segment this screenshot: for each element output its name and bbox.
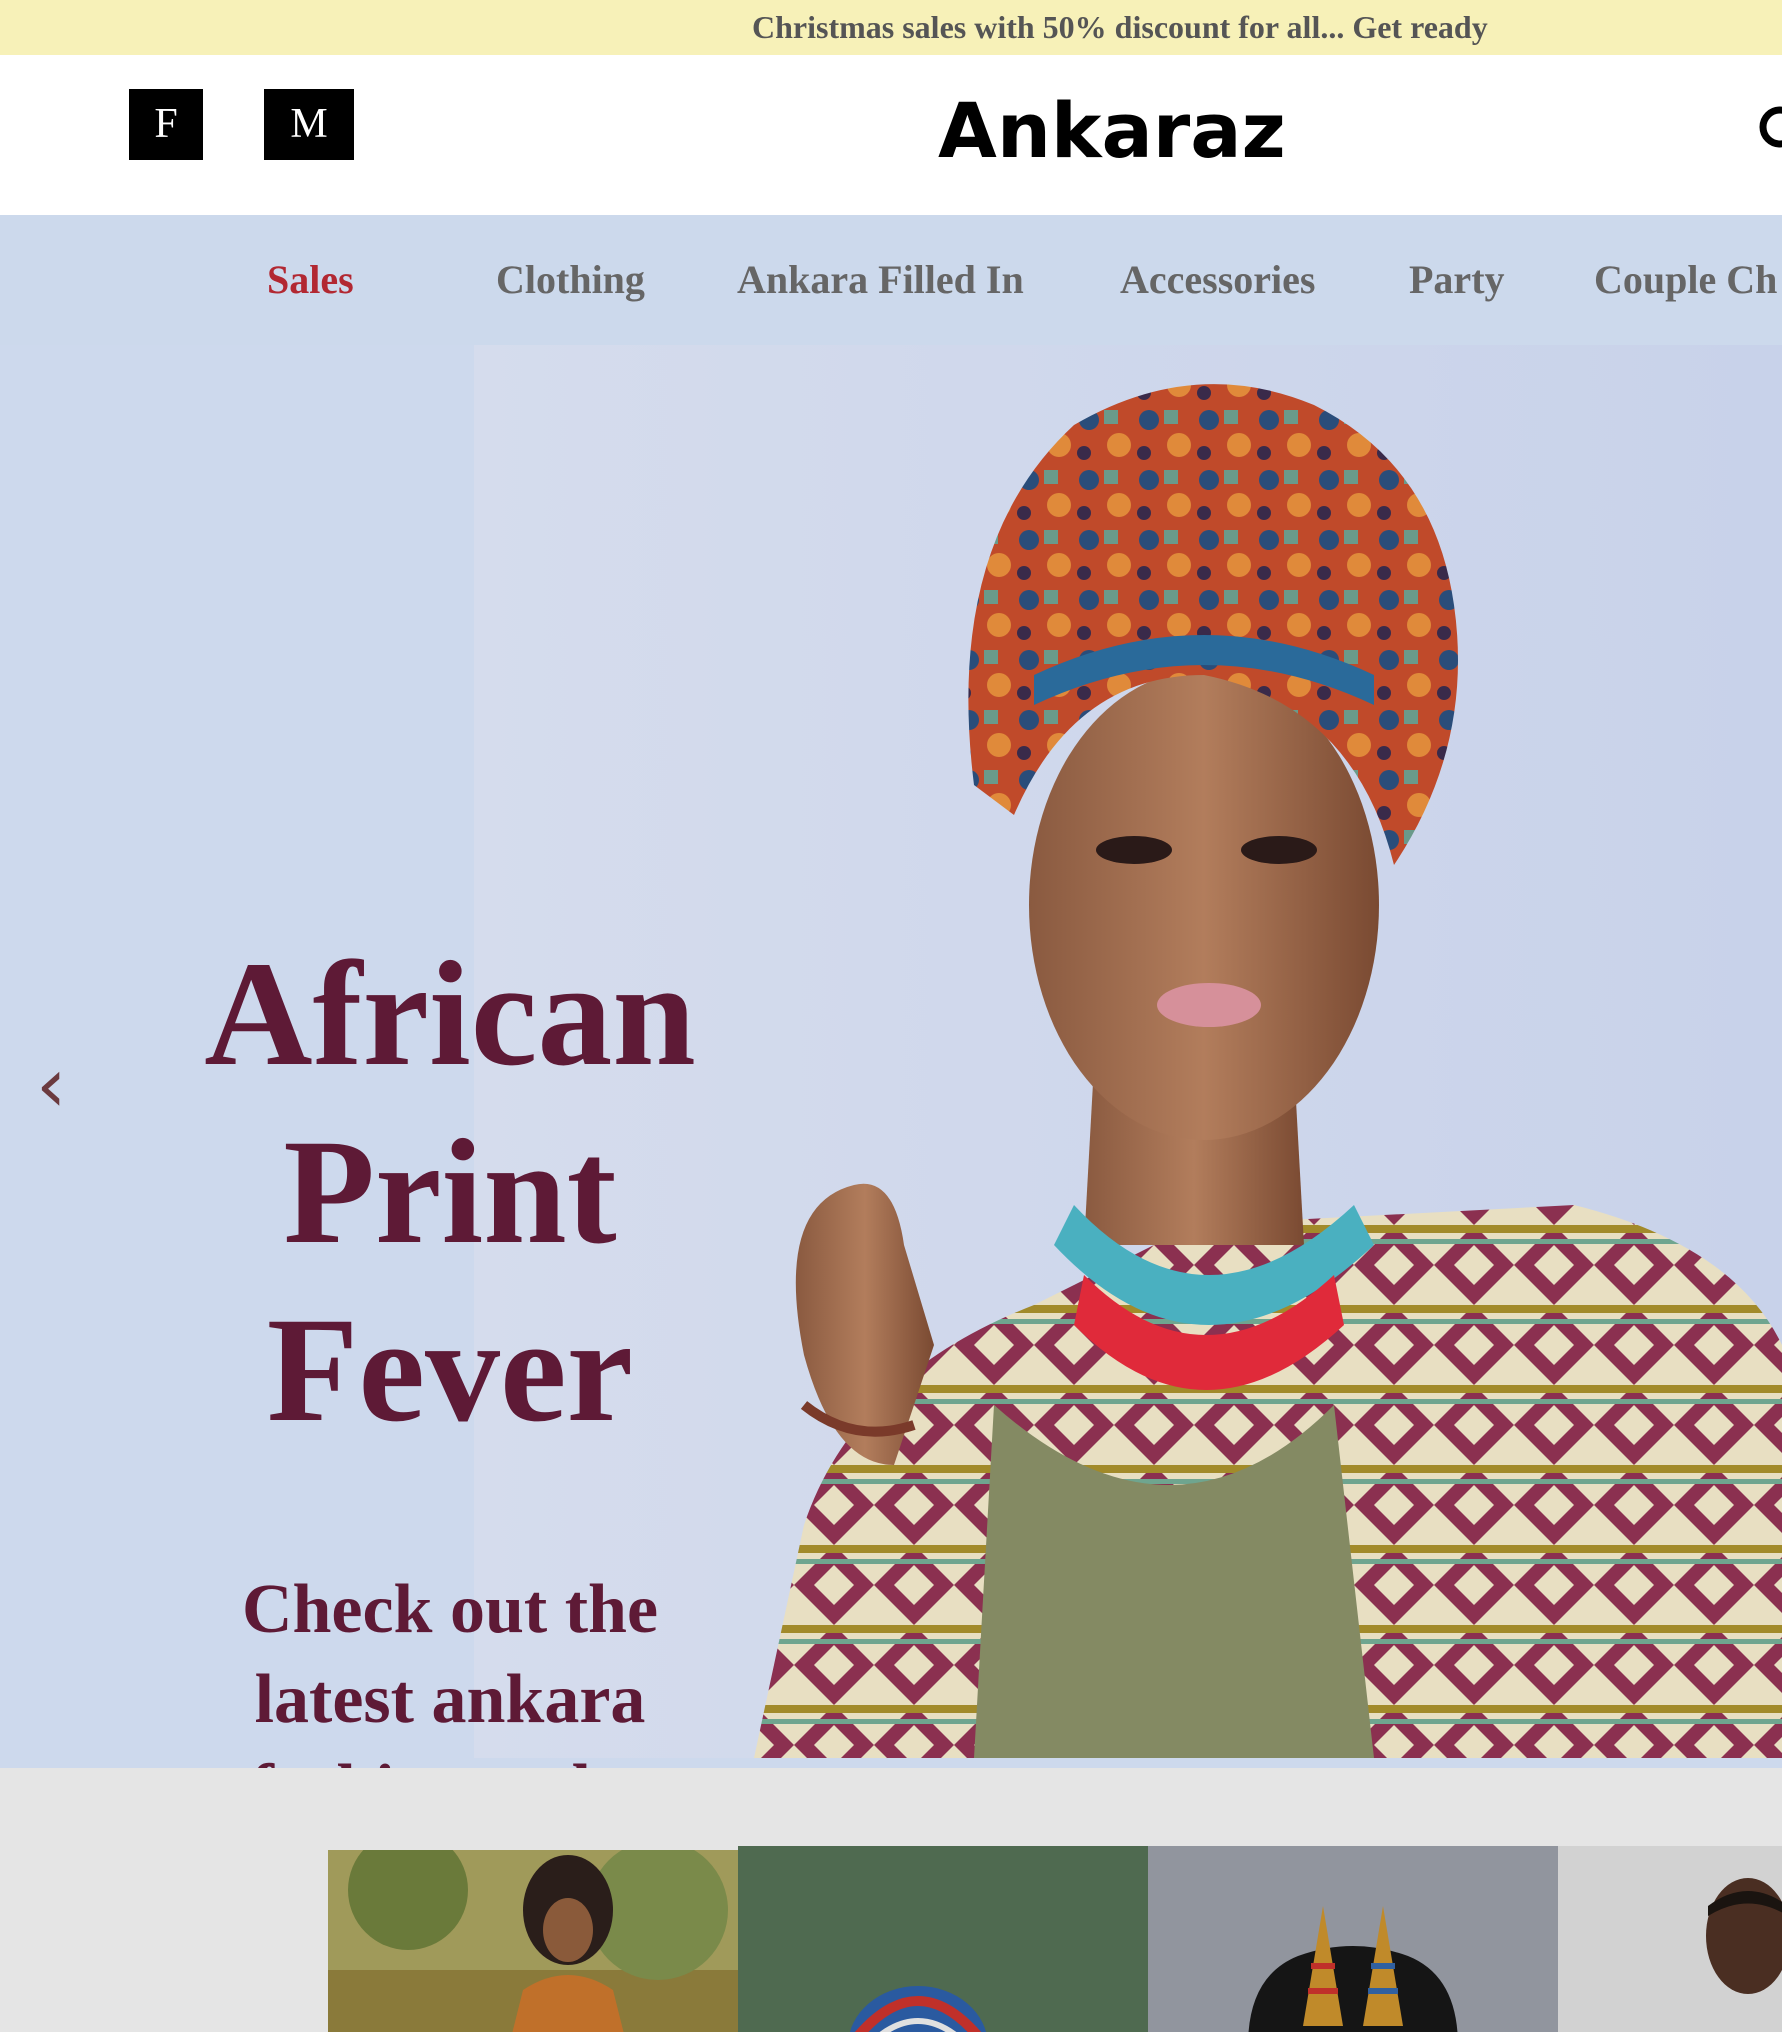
category-card-woman-dress[interactable] [328, 1850, 738, 2032]
category-image [1558, 1846, 1782, 2032]
hero-subtitle: Check out the latest ankara fashion styl… [160, 1565, 740, 1768]
carousel-prev-button[interactable]: ‹ [36, 1045, 66, 1125]
main-nav: Sales Clothing Ankara Filled In Accessor… [0, 215, 1782, 345]
promo-text: Christmas sales with 50% discount for al… [752, 9, 1488, 45]
hero-subtitle-line: fashion styles [160, 1745, 740, 1768]
category-card-head-wrap[interactable] [738, 1846, 1148, 2032]
social-m-button[interactable]: M [264, 89, 354, 160]
category-image [328, 1850, 738, 2032]
hero-title-line: Print [283, 1109, 617, 1275]
hero-carousel: ‹ African Print Fever Check out the late… [0, 345, 1782, 1768]
hero-title-line: African [204, 931, 696, 1097]
site-header: F M Ankaraz [0, 55, 1782, 215]
nav-item-accessories[interactable]: Accessories [1120, 255, 1315, 305]
category-card-earrings[interactable] [1148, 1846, 1558, 2032]
category-cards [0, 1768, 1782, 2032]
promo-banner: Christmas sales with 50% discount for al… [0, 0, 1782, 55]
chevron-left-icon: ‹ [36, 1040, 67, 1129]
hero-subtitle-line: latest ankara [254, 1661, 646, 1738]
search-icon[interactable] [1754, 101, 1782, 161]
hero-title-line: Fever [266, 1287, 634, 1453]
nav-item-ankara-filled-in[interactable]: Ankara Filled In [737, 255, 1024, 305]
hero-subtitle-line: Check out the [241, 1571, 659, 1648]
hero-title: African Print Fever [130, 925, 770, 1459]
category-card-man[interactable] [1558, 1846, 1782, 2032]
nav-item-couple[interactable]: Couple Ch [1594, 255, 1777, 305]
nav-item-party[interactable]: Party [1409, 255, 1505, 305]
facebook-button[interactable]: F [129, 89, 203, 160]
category-image [1148, 1846, 1558, 2032]
nav-item-sales[interactable]: Sales [267, 255, 354, 305]
nav-item-clothing[interactable]: Clothing [496, 255, 645, 305]
brand-logo[interactable]: Ankaraz [938, 81, 1286, 181]
category-image [738, 1846, 1148, 2032]
